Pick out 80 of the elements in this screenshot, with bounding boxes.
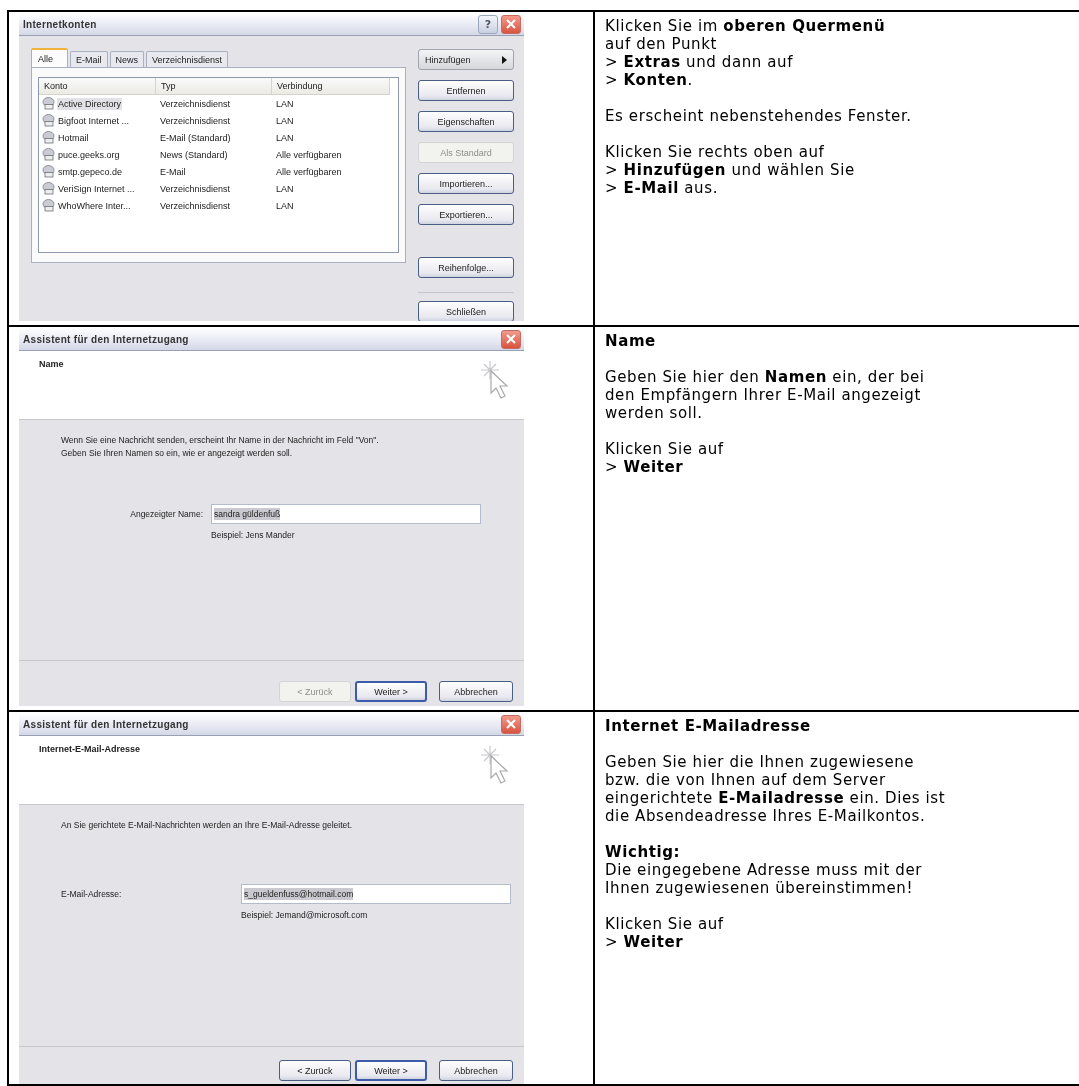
field-label: E-Mail-Adresse:	[61, 889, 123, 899]
list-cell[interactable]: Active Directory	[57, 97, 122, 110]
dialog-button[interactable]: Importieren...	[418, 173, 514, 194]
field-value: sandra güldenfuß	[214, 508, 281, 520]
dialog-button[interactable]: Reihenfolge...	[418, 257, 514, 278]
tab[interactable]: E-Mail	[70, 51, 108, 67]
list-cell[interactable]: Hotmail	[57, 131, 90, 144]
tab[interactable]: Verzeichnisdienst	[146, 51, 229, 67]
example-text: Beispiel: Jens Mander	[211, 530, 296, 540]
column-header[interactable]: Konto	[39, 78, 156, 95]
section-heading: Name	[605, 332, 657, 350]
globe-computer-icon	[42, 165, 55, 178]
instruction-text: Geben Sie hier die Ihnen zugewiesene bzw. die von Ihnen auf dem Server eingerichtete E-Mailadresse ein. Dies ist die Absendeadresse Ihres E-Mailkontos.	[605, 753, 947, 825]
description-text: Wenn Sie eine Nachricht senden, erscheint Ihr Name in der Nachricht im Feld "Von". Geben Sie Ihren Namen so ein, wie er angezeigt werden soll.	[61, 434, 380, 460]
list-cell[interactable]: WhoWhere Inter...	[57, 199, 132, 212]
column-header[interactable]: Verbindung	[272, 78, 390, 95]
list-cell[interactable]: Verzeichnisdienst	[159, 182, 232, 195]
list-cell[interactable]: Verzeichnisdienst	[159, 97, 232, 110]
list-cell[interactable]: VeriSign Internet ...	[57, 182, 136, 195]
window-title: Assistent für den Internetzugang	[23, 333, 190, 345]
wizard-button[interactable]: Abbrechen	[439, 1060, 513, 1081]
dialog-button[interactable]: Exportieren...	[418, 204, 514, 225]
instruction-text: Wichtig: Die eingegebene Adresse muss mit der Ihnen zugewiesenen übereinstimmen!	[605, 843, 924, 897]
close-button[interactable]	[501, 329, 521, 349]
list-cell[interactable]: LAN	[275, 182, 295, 195]
column-header[interactable]: Typ	[156, 78, 272, 95]
instruction-text: Klicken Sie auf > Weiter	[605, 440, 725, 476]
close-icon	[506, 19, 516, 29]
list-cell[interactable]: LAN	[275, 131, 295, 144]
globe-computer-icon	[42, 199, 55, 212]
dialog-button[interactable]: Entfernen	[418, 80, 514, 101]
wizard-button[interactable]: Weiter >	[355, 1060, 427, 1081]
globe-computer-icon	[42, 131, 55, 144]
input-field[interactable]: s_gueldenfuss@hotmail.com	[241, 884, 511, 904]
list-cell[interactable]: Alle verfügbaren	[275, 148, 343, 161]
instruction-text: Klicken Sie rechts oben auf > Hinzufügen und wählen Sie > E-Mail aus.	[605, 143, 856, 197]
help-button[interactable]: ?	[478, 14, 498, 34]
window-title: Internetkonten	[23, 18, 98, 30]
list-cell[interactable]: Bigfoot Internet ...	[57, 114, 131, 127]
dialog-button[interactable]: Schließen	[418, 301, 514, 321]
list-cell[interactable]: News (Standard)	[159, 148, 229, 161]
wizard-button[interactable]: < Zurück	[279, 1060, 351, 1081]
list-cell[interactable]: smtp.gepeco.de	[57, 165, 124, 178]
window-title: Assistent für den Internetzugang	[23, 718, 190, 730]
description-text: An Sie gerichtete E-Mail-Nachrichten werden an Ihre E-Mail-Adresse geleitet.	[61, 819, 354, 832]
close-button[interactable]	[501, 714, 521, 734]
close-icon	[506, 334, 516, 344]
dialog-button[interactable]: Hinzufügen	[418, 49, 514, 70]
tab[interactable]: News	[109, 51, 145, 67]
wizard-heading: Internet-E-Mail-Adresse	[39, 744, 141, 754]
globe-computer-icon	[42, 148, 55, 161]
instruction-text: Klicken Sie auf > Weiter	[605, 915, 725, 951]
list-cell[interactable]: LAN	[275, 199, 295, 212]
arrow-right-icon	[502, 55, 507, 64]
dialog-button[interactable]: Eigenschaften	[418, 111, 514, 132]
section-heading: Internet E-Mailadresse	[605, 717, 812, 735]
tab[interactable]: Alle	[31, 48, 68, 67]
field-value: s_gueldenfuss@hotmail.com	[244, 888, 354, 900]
list-cell[interactable]: Alle verfügbaren	[275, 165, 343, 178]
list-cell[interactable]: Verzeichnisdienst	[159, 114, 232, 127]
example-text: Beispiel: Jemand@microsoft.com	[241, 910, 369, 920]
list-cell[interactable]: LAN	[275, 114, 295, 127]
wizard-heading: Name	[39, 359, 64, 369]
globe-computer-icon	[42, 114, 55, 127]
wizard-button[interactable]: Abbrechen	[439, 681, 513, 702]
close-button[interactable]	[501, 14, 521, 34]
instruction-text: Geben Sie hier den Namen ein, der bei den Empfängern Ihrer E-Mail angezeigt werden soll.	[605, 368, 926, 422]
close-icon	[506, 719, 516, 729]
list-cell[interactable]: LAN	[275, 97, 295, 110]
list-cell[interactable]: E-Mail	[159, 165, 187, 178]
wizard-button[interactable]: Weiter >	[355, 681, 427, 702]
instruction-text: Klicken Sie im oberen Quermenü auf den Punkt > Extras und dann auf > Konten.	[605, 17, 887, 89]
input-field[interactable]: sandra güldenfuß	[211, 504, 481, 524]
globe-computer-icon	[42, 97, 55, 110]
globe-computer-icon	[42, 182, 55, 195]
instruction-text: Es erscheint nebenstehendes Fenster.	[605, 107, 913, 125]
list-cell[interactable]: puce.geeks.org	[57, 148, 121, 161]
field-label: Angezeigter Name:	[130, 509, 204, 519]
list-cell[interactable]: Verzeichnisdienst	[159, 199, 232, 212]
list-cell[interactable]: E-Mail (Standard)	[159, 131, 232, 144]
